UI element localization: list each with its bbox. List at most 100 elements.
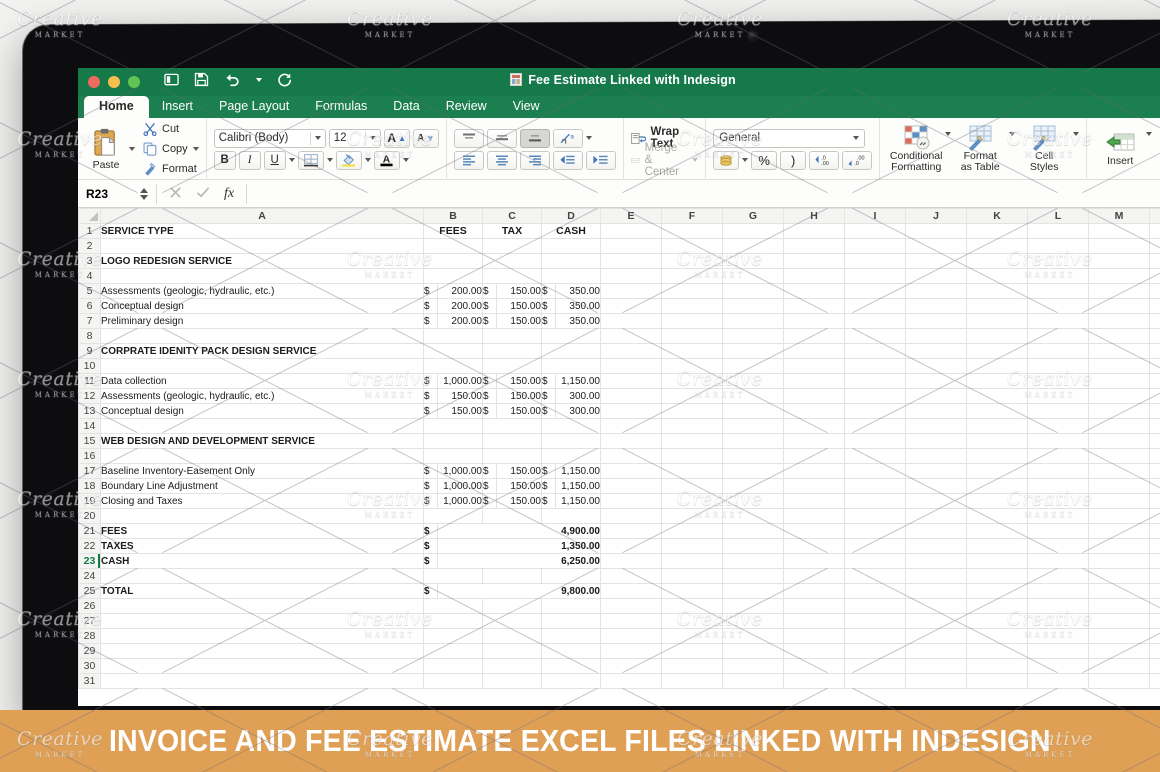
cell-A20[interactable] bbox=[100, 508, 424, 524]
cell-C17[interactable]: 150.00 bbox=[496, 463, 542, 479]
row-header-15[interactable]: 15 bbox=[78, 433, 101, 449]
cell-D11[interactable]: 1,150.00 bbox=[555, 373, 601, 389]
cell-A24[interactable] bbox=[100, 568, 424, 584]
table-row[interactable]: 3 LOGO REDESIGN SERVICE bbox=[78, 253, 1160, 269]
cell-E5[interactable] bbox=[600, 283, 662, 299]
cell-E23[interactable] bbox=[600, 553, 662, 569]
cell-K8[interactable] bbox=[966, 328, 1028, 344]
cell-M10[interactable] bbox=[1088, 358, 1150, 374]
cell-A22[interactable]: TAXES bbox=[100, 538, 424, 554]
table-row[interactable]: 19 Closing and Taxes $1,000.00 $150.00 $1,15… bbox=[78, 493, 1160, 509]
align-top-button[interactable] bbox=[453, 128, 484, 148]
cell-D5-currency[interactable]: $ bbox=[541, 283, 556, 299]
accounting-dropdown-icon[interactable] bbox=[742, 158, 749, 162]
cell-A10[interactable] bbox=[100, 358, 424, 374]
cell-B27[interactable] bbox=[423, 613, 483, 629]
cell-K31[interactable] bbox=[966, 673, 1028, 689]
cell-CD23[interactable]: 6,250.00 bbox=[437, 553, 601, 569]
cell-G23[interactable] bbox=[722, 553, 784, 569]
cell-J20[interactable] bbox=[905, 508, 967, 524]
cell-E11[interactable] bbox=[600, 373, 662, 389]
cell-F10[interactable] bbox=[661, 358, 723, 374]
cell-K23[interactable] bbox=[966, 553, 1028, 569]
borders-dropdown-icon[interactable] bbox=[326, 158, 333, 162]
cell-M2[interactable] bbox=[1088, 238, 1150, 254]
cell-L12[interactable] bbox=[1027, 388, 1089, 404]
row-header-7[interactable]: 7 bbox=[78, 313, 101, 329]
cell-A31[interactable] bbox=[100, 673, 424, 689]
cell-E8[interactable] bbox=[600, 328, 662, 344]
table-row[interactable]: 8 bbox=[78, 328, 1160, 344]
cell-K26[interactable] bbox=[966, 598, 1028, 614]
cell-C6-currency[interactable]: $ bbox=[482, 298, 497, 314]
cell-J17[interactable] bbox=[905, 463, 967, 479]
cell-K30[interactable] bbox=[966, 658, 1028, 674]
cell-D14[interactable] bbox=[541, 418, 601, 434]
cell-H20[interactable] bbox=[783, 508, 845, 524]
cell-J11[interactable] bbox=[905, 373, 967, 389]
cell-D16[interactable] bbox=[541, 448, 601, 464]
cell-F2[interactable] bbox=[661, 238, 723, 254]
cell-N5[interactable] bbox=[1149, 283, 1160, 299]
copy-button[interactable]: Copy bbox=[143, 141, 199, 158]
cell-B24[interactable] bbox=[423, 568, 483, 584]
cell-I30[interactable] bbox=[844, 658, 906, 674]
cell-C28[interactable] bbox=[482, 628, 542, 644]
cell-M29[interactable] bbox=[1088, 643, 1150, 659]
cell-A13[interactable]: Conceptual design bbox=[100, 403, 424, 419]
cell-E3[interactable] bbox=[600, 253, 662, 269]
cell-M18[interactable] bbox=[1088, 478, 1150, 494]
cell-J16[interactable] bbox=[905, 448, 967, 464]
cell-N21[interactable] bbox=[1149, 523, 1160, 539]
cell-CD22[interactable]: 1,350.00 bbox=[437, 538, 601, 554]
tab-review[interactable]: Review bbox=[433, 96, 500, 118]
cell-C6[interactable]: 150.00 bbox=[496, 298, 542, 314]
cell-G19[interactable] bbox=[722, 493, 784, 509]
cell-J10[interactable] bbox=[905, 358, 967, 374]
cell-F4[interactable] bbox=[661, 268, 723, 284]
cell-A8[interactable] bbox=[100, 328, 424, 344]
cell-F7[interactable] bbox=[661, 313, 723, 329]
cell-G30[interactable] bbox=[722, 658, 784, 674]
cell-M1[interactable] bbox=[1088, 223, 1150, 239]
cell-E24[interactable] bbox=[600, 568, 662, 584]
cell-D5[interactable]: 350.00 bbox=[555, 283, 601, 299]
table-row[interactable]: 17 Baseline Inventory-Easement Only $1,000… bbox=[78, 463, 1160, 479]
table-row[interactable]: 20 bbox=[78, 508, 1160, 524]
cell-C1[interactable]: TAX bbox=[482, 223, 542, 239]
cell-G4[interactable] bbox=[722, 268, 784, 284]
cell-K24[interactable] bbox=[966, 568, 1028, 584]
cell-A2[interactable] bbox=[100, 238, 424, 254]
cell-E30[interactable] bbox=[600, 658, 662, 674]
cell-N25[interactable] bbox=[1149, 583, 1160, 599]
accounting-format-button[interactable] bbox=[713, 150, 740, 170]
cell-N29[interactable] bbox=[1149, 643, 1160, 659]
row-header-31[interactable]: 31 bbox=[78, 673, 101, 689]
bold-button[interactable]: B bbox=[213, 150, 236, 170]
cell-F8[interactable] bbox=[661, 328, 723, 344]
orientation-dropdown-icon[interactable] bbox=[585, 136, 592, 140]
cell-I19[interactable] bbox=[844, 493, 906, 509]
column-header-B[interactable]: B bbox=[423, 208, 483, 224]
column-header-G[interactable]: G bbox=[722, 208, 784, 224]
cell-E26[interactable] bbox=[600, 598, 662, 614]
cell-B17[interactable]: 1,000.00 bbox=[437, 463, 483, 479]
cell-B5-currency[interactable]: $ bbox=[423, 283, 438, 299]
paste-button[interactable]: Paste bbox=[85, 128, 127, 171]
cell-H17[interactable] bbox=[783, 463, 845, 479]
cell-L17[interactable] bbox=[1027, 463, 1089, 479]
column-header-A[interactable]: A bbox=[100, 208, 424, 224]
font-color-button[interactable]: A bbox=[373, 150, 400, 170]
cell-K16[interactable] bbox=[966, 448, 1028, 464]
row-header-20[interactable]: 20 bbox=[78, 508, 101, 524]
cell-D10[interactable] bbox=[541, 358, 601, 374]
cell-M16[interactable] bbox=[1088, 448, 1150, 464]
cell-B11[interactable]: 1,000.00 bbox=[437, 373, 483, 389]
cell-C19-currency[interactable]: $ bbox=[482, 493, 497, 509]
cell-H19[interactable] bbox=[783, 493, 845, 509]
cell-K29[interactable] bbox=[966, 643, 1028, 659]
cell-L7[interactable] bbox=[1027, 313, 1089, 329]
cell-B16[interactable] bbox=[423, 448, 483, 464]
row-header-8[interactable]: 8 bbox=[78, 328, 101, 344]
cell-J7[interactable] bbox=[905, 313, 967, 329]
